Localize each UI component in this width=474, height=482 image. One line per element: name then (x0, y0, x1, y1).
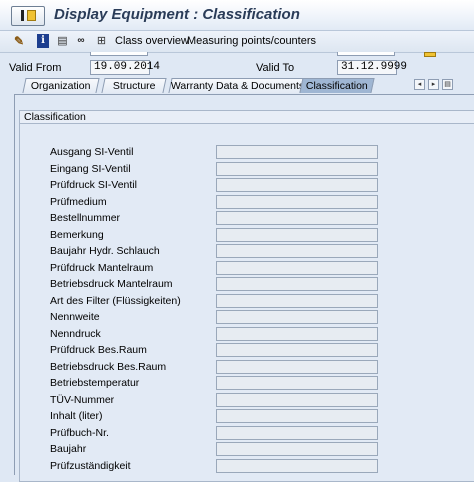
characteristic-value-field[interactable] (216, 343, 378, 357)
characteristic-value-field[interactable] (216, 376, 378, 390)
characteristic-label: Prüfdruck SI-Ventil (50, 179, 137, 191)
characteristic-value-field[interactable] (216, 161, 378, 176)
edit-icon[interactable]: ✎ (12, 34, 26, 48)
tab-organization[interactable]: Organization (22, 78, 100, 93)
window-title: Display Equipment : Classification (54, 6, 300, 23)
characteristic-value-field[interactable] (216, 277, 378, 291)
characteristic-value-field[interactable] (216, 392, 378, 407)
characteristic-value-field[interactable] (216, 293, 378, 308)
valid-to-label: Valid To (256, 62, 295, 74)
characteristic-label: Ausgang SI-Ventil (50, 146, 134, 158)
characteristic-value-field[interactable] (216, 359, 378, 374)
characteristic-label: Bestellnummer (50, 212, 121, 224)
sap-menu-icon[interactable] (11, 6, 45, 26)
characteristic-value-field[interactable] (216, 194, 378, 209)
class-overview-button[interactable]: Class overview (115, 35, 189, 47)
characteristic-label: Prüfbuch-Nr. (50, 426, 109, 439)
tab-structure[interactable]: Structure (101, 78, 167, 93)
tab-list-menu-icon[interactable]: ▤ (442, 79, 453, 90)
characteristic-label: TÜV-Nummer (50, 393, 115, 406)
characteristic-label: Prüfzuständigkeit (50, 459, 131, 472)
document-icon[interactable]: ▤ (56, 34, 69, 48)
characteristic-value-field[interactable] (216, 145, 378, 159)
characteristic-value-field[interactable] (216, 425, 378, 440)
characteristic-value-field[interactable] (216, 244, 378, 258)
characteristic-label: Baujahr Hydr. Schlauch (50, 245, 160, 257)
characteristic-label: Nennweite (50, 311, 100, 323)
characteristic-value-field[interactable] (216, 260, 378, 275)
valid-to-field[interactable]: 31.12.9999 (337, 60, 407, 75)
hierarchy-icon[interactable]: ⊞ (95, 34, 108, 48)
characteristic-value-field[interactable] (216, 442, 378, 456)
characteristic-value-field[interactable] (216, 409, 378, 423)
classification-group-title: Classification (20, 111, 474, 124)
valid-from-field[interactable]: 19.09.2014 (90, 60, 160, 75)
info-icon[interactable]: i (37, 34, 49, 48)
characteristic-label: Bemerkung (50, 228, 104, 241)
characteristic-value-field[interactable] (216, 178, 378, 192)
tab-warranty-data-documents[interactable]: Warranty Data & Documents (168, 78, 304, 93)
title-bar: Display Equipment : Classification (0, 0, 474, 31)
tab-classification[interactable]: Classification (299, 78, 375, 93)
characteristic-label: Baujahr (50, 443, 87, 455)
characteristic-label: Prüfdruck Mantelraum (50, 261, 154, 274)
characteristic-value-field[interactable] (216, 310, 378, 324)
tab-strip: Organization Structure Warranty Data & D… (0, 78, 474, 94)
binoculars-icon[interactable]: ∞ (74, 34, 88, 48)
search-help-icon[interactable] (424, 52, 436, 57)
characteristic-label: Betriebsdruck Bes.Raum (50, 360, 167, 373)
application-toolbar: ✎ i ▤ ∞ ⊞ Class overview Measuring point… (0, 31, 474, 53)
characteristic-value-field[interactable] (216, 227, 378, 242)
characteristic-label: Betriebstemperatur (50, 377, 140, 389)
measuring-points-button[interactable]: Measuring points/counters (187, 35, 316, 47)
characteristic-label: Prüfdruck Bes.Raum (50, 344, 147, 356)
tab-scroll-right-icon[interactable]: ▸ (428, 79, 439, 90)
characteristic-label: Eingang SI-Ventil (50, 162, 131, 175)
characteristic-label: Prüfmedium (50, 195, 107, 208)
tab-scroll-left-icon[interactable]: ◂ (414, 79, 425, 90)
characteristic-value-field[interactable] (216, 458, 378, 473)
characteristic-value-field[interactable] (216, 211, 378, 225)
tab-content-area: Classification Ausgang SI-Ventil Eingang … (14, 94, 474, 482)
scrolled-fields-fragment (0, 52, 474, 56)
characteristic-value-field[interactable] (216, 326, 378, 341)
valid-from-label: Valid From (9, 62, 62, 74)
characteristic-label: Nenndruck (50, 327, 101, 340)
characteristic-label: Betriebsdruck Mantelraum (50, 278, 173, 290)
classification-group: Classification Ausgang SI-Ventil Eingang … (19, 110, 474, 482)
characteristic-label: Art des Filter (Flüssigkeiten) (50, 294, 181, 307)
characteristic-label: Inhalt (liter) (50, 410, 103, 422)
